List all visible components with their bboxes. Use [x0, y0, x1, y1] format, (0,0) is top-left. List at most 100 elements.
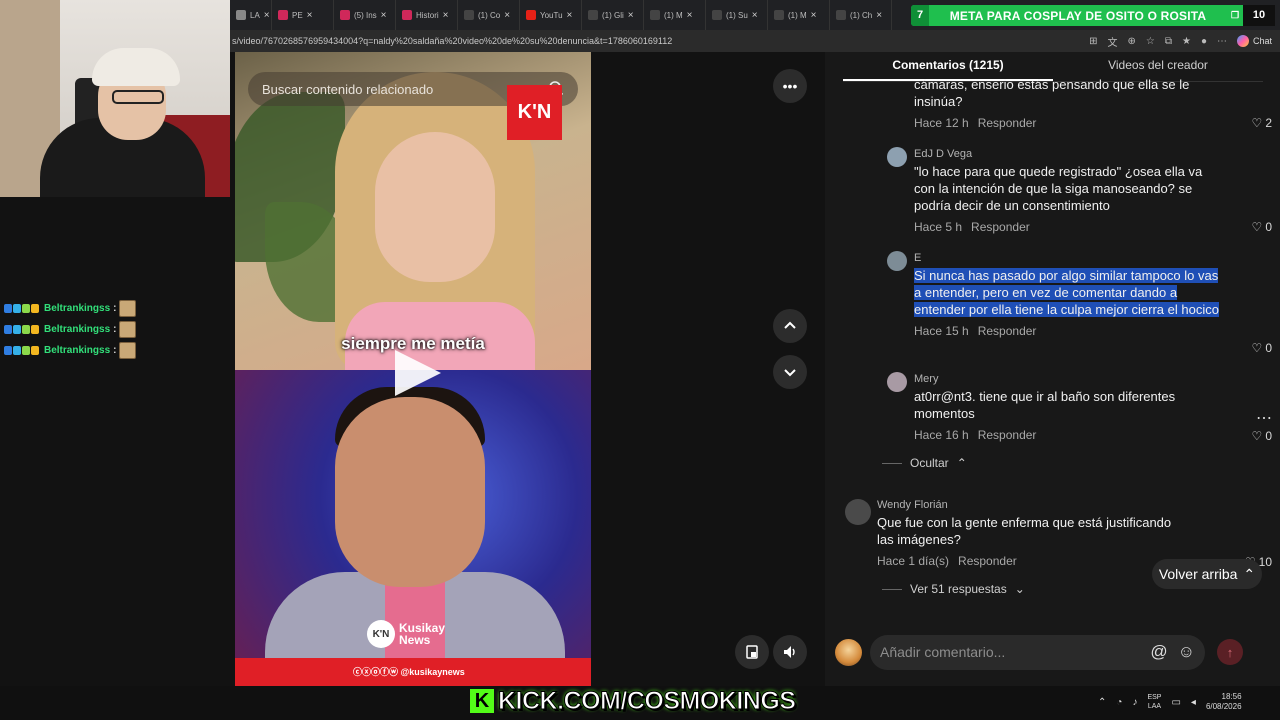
extensions-icon[interactable]: ⧉ — [1165, 36, 1172, 47]
close-icon[interactable]: × — [443, 10, 449, 21]
browser-tab[interactable]: YouTu × — [520, 0, 582, 30]
browser-tab[interactable]: PE × — [272, 0, 334, 30]
next-video-button[interactable] — [773, 355, 807, 389]
hide-replies-button[interactable]: Ocultar ⌃ — [882, 456, 967, 470]
copilot-chat-button[interactable]: Chat — [1236, 35, 1272, 47]
browser-tab[interactable]: LA × — [230, 0, 272, 30]
like-button[interactable]: ♡ 2 — [1252, 116, 1272, 130]
channel-logo: K'N — [507, 85, 562, 140]
reply-button[interactable]: Responder — [971, 220, 1030, 234]
comment-username[interactable]: EdJ D Vega — [914, 148, 1280, 160]
browser-tab[interactable]: (1) Gli × — [582, 0, 644, 30]
volume-icon[interactable]: ◂ — [1191, 697, 1196, 708]
stream-chat: Beltrankingss : Beltrankingss : Beltrank… — [0, 298, 232, 361]
like-button[interactable]: ♡ 0 — [1252, 220, 1272, 234]
translate-icon[interactable]: 文 — [1107, 34, 1117, 49]
browser-tab[interactable]: (1) M × — [644, 0, 706, 30]
zoom-icon[interactable]: ⊕ — [1127, 36, 1135, 47]
close-icon[interactable]: × — [264, 10, 270, 21]
browser-tab[interactable]: (1) Ch × — [830, 0, 892, 30]
x-icon — [712, 10, 722, 20]
social-handle: ⓒⓧⓞⓕⓦ @kusikaynews — [353, 667, 465, 677]
comment-username[interactable]: Mery — [914, 373, 1280, 385]
like-button[interactable]: ♡ 0 — [1252, 429, 1272, 443]
comment-text: cámaras, enserio estás pensando que ella… — [914, 77, 1190, 109]
comment-text: Que fue con la gente enferma que está ju… — [877, 515, 1172, 547]
monitor-icon[interactable]: ▭ — [1171, 697, 1180, 708]
url-text[interactable]: s/video/7670268576959434004?q=naldy%20sa… — [230, 36, 1089, 46]
pip-button[interactable] — [735, 635, 769, 669]
tab-favicon — [278, 10, 288, 20]
avatar[interactable] — [887, 251, 907, 271]
add-comment-bar: Añadir comentario... @ ☺ ↑ — [835, 632, 1275, 672]
close-icon[interactable]: × — [811, 10, 817, 21]
chevron-up-icon[interactable]: ⌃ — [1098, 697, 1106, 708]
like-button[interactable]: ♡ 0 — [1252, 341, 1272, 355]
avatar[interactable] — [887, 372, 907, 392]
heart-icon: ♡ — [1251, 429, 1263, 443]
address-bar[interactable]: s/video/7670268576959434004?q=naldy%20sa… — [230, 30, 1280, 52]
browser-tab[interactable]: (5) Ins × — [334, 0, 396, 30]
reply-button[interactable]: Responder — [978, 428, 1037, 442]
browser-tab[interactable]: (1) Su × — [706, 0, 768, 30]
kick-logo-icon: K — [470, 689, 494, 713]
volume-button[interactable] — [773, 635, 807, 669]
close-icon[interactable]: × — [876, 10, 882, 21]
avatar[interactable] — [887, 147, 907, 167]
heart-icon: ♡ — [1251, 220, 1263, 234]
menu-icon[interactable]: ⋯ — [1217, 36, 1227, 47]
emote — [119, 342, 137, 359]
close-icon[interactable]: × — [504, 10, 510, 21]
comment-text-selected: Si nunca has pasado por algo similar tam… — [914, 268, 1219, 317]
back-to-top-button[interactable]: Volver arriba ⌃ — [1152, 559, 1262, 589]
emote — [119, 321, 137, 338]
mention-icon[interactable]: @ — [1150, 642, 1167, 662]
video-stage: ⓒⓧⓞⓕⓦ @kusikaynews Buscar contenido rela… — [230, 52, 825, 686]
webcam-feed — [0, 0, 230, 197]
user-avatar — [835, 638, 862, 666]
speaker-icon — [236, 10, 246, 20]
clock[interactable]: 18:56 6/08/2026 — [1206, 692, 1242, 712]
browser-tab[interactable]: (1) M × — [768, 0, 830, 30]
play-icon[interactable] — [395, 350, 441, 396]
reply-button[interactable]: Responder — [958, 554, 1017, 568]
send-button[interactable]: ↑ — [1217, 639, 1243, 665]
comment-more-button[interactable]: ⋯ — [1256, 408, 1272, 428]
emote — [119, 300, 137, 317]
app-icon[interactable]: ⊞ — [1089, 36, 1097, 47]
mic-icon[interactable]: ♪ — [1132, 697, 1137, 708]
chat-username: Beltrankingss — [44, 303, 111, 314]
close-icon[interactable]: × — [381, 10, 387, 21]
profile-icon[interactable]: ● — [1201, 36, 1207, 47]
brand-watermark: K'N Kusikay News — [367, 620, 445, 648]
close-icon[interactable]: × — [752, 10, 758, 21]
view-replies-button[interactable]: Ver 51 respuestas ⌄ — [882, 582, 1025, 596]
chat-username: Beltrankingss — [44, 324, 111, 335]
star-icon[interactable]: ☆ — [1146, 36, 1155, 47]
close-icon[interactable]: × — [687, 10, 693, 21]
window-icon: ❐ — [1230, 10, 1240, 20]
network-icon[interactable]: ◔ — [1116, 697, 1122, 708]
kick-banner: K KICK.COM/COSMOKINGS — [470, 685, 796, 717]
more-options-button[interactable]: ••• — [773, 69, 807, 103]
close-icon[interactable]: × — [307, 10, 313, 21]
language-indicator[interactable]: ESP LAA — [1147, 693, 1161, 711]
browser-tab[interactable]: Histori × — [396, 0, 458, 30]
close-icon[interactable]: × — [567, 10, 573, 21]
previous-video-button[interactable] — [773, 309, 807, 343]
add-comment-input[interactable]: Añadir comentario... @ ☺ — [870, 634, 1205, 670]
video-player[interactable]: ⓒⓧⓞⓕⓦ @kusikaynews Buscar contenido rela… — [235, 52, 591, 686]
close-icon[interactable]: × — [628, 10, 634, 21]
reply-button[interactable]: Responder — [978, 116, 1037, 130]
x-icon — [650, 10, 660, 20]
reply-button[interactable]: Responder — [978, 324, 1037, 338]
comment-username[interactable]: Wendy Florián — [877, 499, 1247, 511]
emoji-icon[interactable]: ☺ — [1178, 642, 1195, 662]
heart-icon: ♡ — [1251, 341, 1263, 355]
youtube-icon — [526, 10, 536, 20]
x-icon — [464, 10, 474, 20]
comment-username[interactable]: E — [914, 252, 1280, 264]
avatar[interactable] — [845, 499, 871, 525]
browser-tab[interactable]: (1) Co × — [458, 0, 520, 30]
favorites-icon[interactable]: ★ — [1182, 36, 1191, 47]
